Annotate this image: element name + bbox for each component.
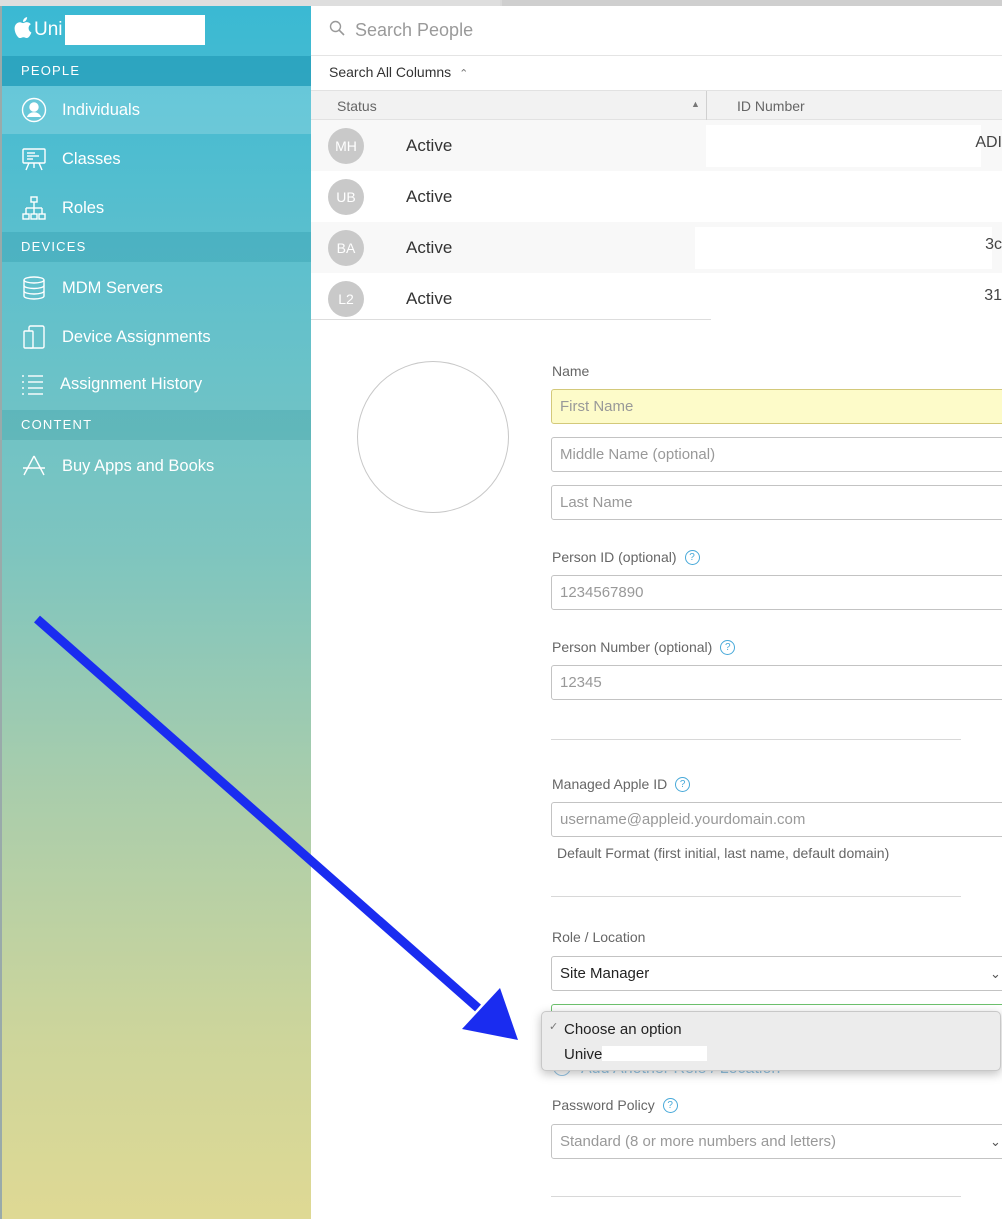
password-policy-value: Standard (8 or more numbers and letters) [560,1133,836,1150]
devices-icon [20,323,48,351]
id-number-cell: ADI [975,134,1002,151]
dropdown-option-location[interactable]: Unive [564,1046,708,1063]
middle-name-field[interactable]: Middle Name (optional) [551,437,1002,472]
divider [551,739,961,740]
checkmark-icon: ✓ [549,1021,559,1033]
main-panel: Search People Search All Columns ⌃ Statu… [311,6,1002,1219]
search-scope-select[interactable]: Search All Columns ⌃ [329,64,468,80]
person-number-label: Person Number (optional) [552,639,713,655]
sidebar-item-mdm-servers[interactable]: MDM Servers [2,264,311,312]
sidebar-item-roles[interactable]: Roles [2,184,311,232]
status-cell: Active [406,289,453,308]
chevron-down-icon: ⌄ [990,966,1001,981]
person-id-label: Person ID (optional) [552,549,677,565]
first-name-field[interactable]: First Name [551,389,1002,424]
role-location-label: Role / Location [552,929,646,945]
sidebar: Uni PEOPLE Individuals Classes Roles DEV… [0,6,311,1219]
redacted-block [602,1046,708,1061]
help-icon[interactable]: ? [684,549,700,565]
person-icon [20,96,48,124]
status-cell: Active [406,238,453,257]
table-bottom-divider [311,319,711,320]
table-row[interactable]: BA Active 3c [311,222,1002,273]
status-cell: Active [406,136,453,155]
easel-icon [20,145,48,173]
table-row[interactable]: UB Active [311,171,1002,222]
table-header: Status ▲ ID Number [311,90,1002,120]
managed-apple-id-label: Managed Apple ID [552,776,668,792]
status-cell: Active [406,187,453,206]
table-row[interactable]: MH Active ADI [311,120,1002,171]
managed-apple-id-label-row: Managed Apple ID ? [552,776,691,792]
managed-apple-id-field[interactable]: username@appleid.yourdomain.com [551,802,1002,837]
hierarchy-icon [20,194,48,222]
chevron-down-icon: ⌄ [990,1134,1001,1149]
search-scope-label: Search All Columns [329,64,452,80]
sidebar-item-label: Buy Apps and Books [62,456,215,475]
column-header-id-number[interactable]: ID Number [737,98,805,114]
last-name-field[interactable]: Last Name [551,485,1002,520]
database-icon [20,274,48,302]
sort-ascending-icon: ▲ [691,99,700,109]
sidebar-item-individuals[interactable]: Individuals [2,86,311,134]
column-divider[interactable] [706,91,707,120]
search-icon [329,20,345,41]
managed-apple-id-hint: Default Format (first initial, last name… [557,845,890,861]
avatar: MH [328,128,364,164]
person-number-label-row: Person Number (optional) ? [552,639,736,655]
list-icon [18,370,46,398]
search-bar[interactable]: Search People [311,6,1002,56]
sidebar-item-device-assignments[interactable]: Device Assignments [2,313,311,361]
redacted-block [706,125,981,167]
sidebar-item-classes[interactable]: Classes [2,135,311,183]
sidebar-item-label: Individuals [62,100,140,119]
divider [551,1196,961,1197]
password-policy-select[interactable]: Standard (8 or more numbers and letters)… [551,1124,1002,1159]
dropdown-option-choose[interactable]: Choose an option [564,1021,682,1038]
sidebar-item-label: MDM Servers [62,278,163,297]
chevron-updown-icon: ⌃ [459,68,469,80]
section-content: CONTENT [2,410,311,440]
divider [551,896,961,897]
sidebar-item-label: Roles [62,198,105,217]
section-devices: DEVICES [2,232,311,262]
password-policy-label: Password Policy [552,1097,655,1113]
section-people: PEOPLE [2,56,311,86]
role-select[interactable]: Site Manager ⌄ [551,956,1002,991]
brand: Uni [14,12,205,48]
column-header-status[interactable]: Status [337,98,377,114]
sidebar-item-label: Assignment History [60,374,203,393]
id-number-cell: 31 [984,287,1002,304]
help-icon[interactable]: ? [675,776,691,792]
avatar: UB [328,179,364,215]
sidebar-item-assignment-history[interactable]: Assignment History [2,360,311,408]
id-number-cell: 3c [985,236,1002,253]
help-icon[interactable]: ? [720,639,736,655]
role-select-value: Site Manager [560,965,650,982]
person-number-field[interactable]: 12345 [551,665,1002,700]
brand-name: Uni [34,19,63,40]
person-id-label-row: Person ID (optional) ? [552,549,700,565]
location-dropdown-menu: ✓ Choose an option Unive [541,1011,1001,1071]
name-label: Name [552,363,590,379]
dropdown-option-label: Unive [564,1046,603,1063]
person-id-field[interactable]: 1234567890 [551,575,1002,610]
sidebar-item-label: Device Assignments [62,327,211,346]
redacted-block [695,227,992,269]
help-icon[interactable]: ? [662,1097,678,1113]
search-input[interactable]: Search People [355,20,473,41]
app-store-icon [20,452,48,480]
avatar: BA [328,230,364,266]
apple-logo-icon [14,16,32,44]
table-row[interactable]: L2 Active 31 [311,273,1002,324]
sidebar-item-label: Classes [62,149,121,168]
password-policy-label-row: Password Policy ? [552,1097,678,1113]
redacted-block [64,15,205,45]
avatar: L2 [328,281,364,317]
photo-placeholder[interactable] [357,361,509,513]
sidebar-item-buy-apps-and-books[interactable]: Buy Apps and Books [2,442,311,490]
